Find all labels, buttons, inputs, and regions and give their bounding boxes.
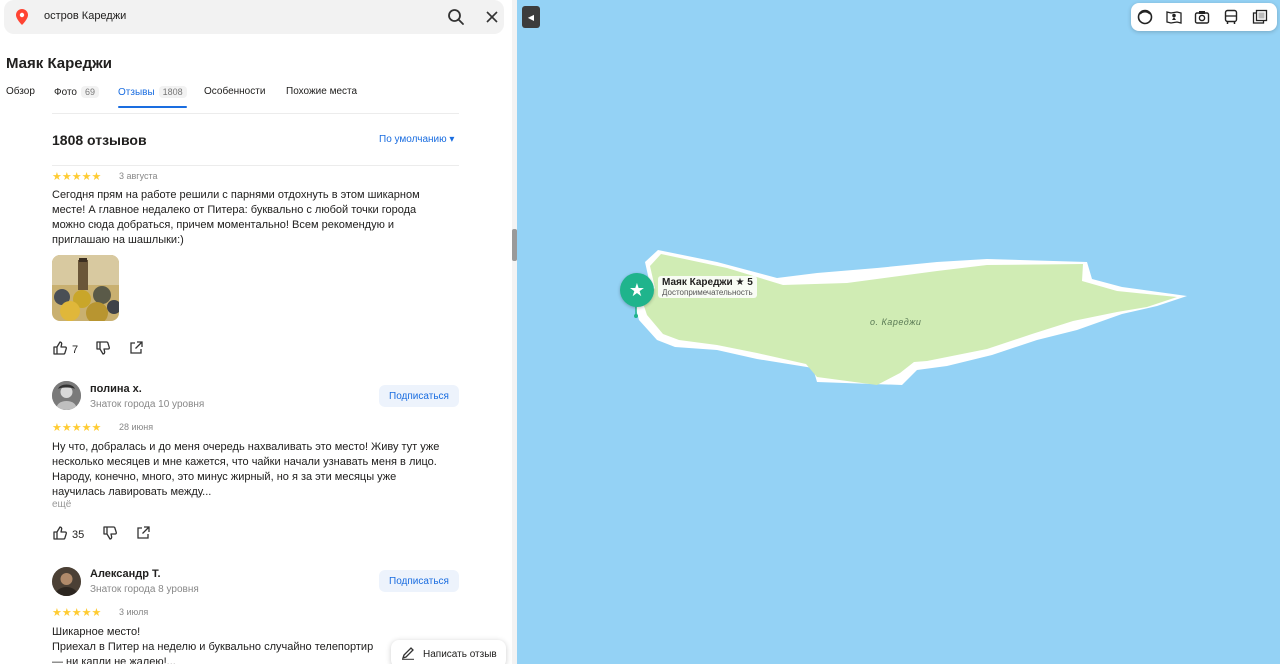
share-button[interactable] xyxy=(128,340,144,359)
tab-count: 69 xyxy=(80,86,99,98)
sort-dropdown[interactable]: По умолчанию ▾ xyxy=(379,134,454,145)
close-icon[interactable] xyxy=(482,7,502,27)
author-level: Знаток города 10 уровня xyxy=(90,399,205,410)
marker-title: Маяк Кареджи ★ 5 xyxy=(662,277,753,288)
marker-category: Достопримечательность xyxy=(662,288,753,297)
tab-count: 1808 xyxy=(158,86,187,98)
review-text-line: месте! А главное недалеко от Питера: бук… xyxy=(52,204,417,216)
transit-icon[interactable] xyxy=(1223,9,1239,25)
share-button[interactable] xyxy=(135,525,151,544)
divider xyxy=(52,165,459,166)
thumbs-down-icon xyxy=(95,340,111,359)
read-more-link[interactable]: ещё xyxy=(52,499,71,510)
review-author[interactable]: полина х. xyxy=(90,383,142,395)
review-text-line: Шикарное место! xyxy=(52,626,141,638)
tab-label: Похожие места xyxy=(286,86,358,97)
traffic-icon[interactable] xyxy=(1137,9,1153,25)
review-text-line: несколько месяцев и мне кажется, что чай… xyxy=(52,456,437,468)
avatar[interactable] xyxy=(52,567,81,596)
like-button[interactable]: 7 xyxy=(52,340,78,359)
pencil-icon xyxy=(401,646,415,663)
page-title: Маяк Кареджи xyxy=(6,55,113,72)
reviews-count-title: 1808 отзывов xyxy=(52,132,147,148)
like-button[interactable]: 35 xyxy=(52,525,84,544)
review-text-line: приглашаю на шашлыки:) xyxy=(52,234,184,246)
collapse-panel-button[interactable]: ◀ xyxy=(522,6,540,28)
review-date: 28 июня xyxy=(119,422,154,432)
thumbs-up-icon xyxy=(52,525,68,544)
star-icon: ★ xyxy=(628,280,646,300)
tab-photos[interactable]: Фото 69 xyxy=(54,86,99,98)
tab-reviews[interactable]: Отзывы 1808 xyxy=(118,86,187,108)
panorama-icon[interactable] xyxy=(1166,9,1182,25)
like-count: 7 xyxy=(72,343,79,356)
share-icon xyxy=(128,340,144,359)
dislike-button[interactable] xyxy=(102,525,118,544)
dislike-button[interactable] xyxy=(95,340,111,359)
author-level: Знаток города 8 уровня xyxy=(90,584,199,595)
review-text-line: Сегодня прям на работе решили с парнями … xyxy=(52,189,420,201)
review-photo[interactable] xyxy=(52,255,119,321)
subscribe-button[interactable]: Подписаться xyxy=(379,570,459,592)
tab-features[interactable]: Особенности xyxy=(204,86,265,97)
marker-label[interactable]: Маяк Кареджи ★ 5 Достопримечательность xyxy=(658,276,757,298)
write-review-label: Написать отзыв xyxy=(423,648,497,660)
review-text-line: научилась лавировать между... xyxy=(52,486,212,498)
rating-stars: ★★★★★ xyxy=(52,422,102,434)
landmark-marker[interactable]: ★ xyxy=(620,273,654,307)
chevron-left-icon: ◀ xyxy=(527,12,535,22)
thumbs-down-icon xyxy=(102,525,118,544)
search-icon[interactable] xyxy=(446,7,466,27)
marker-dot xyxy=(634,314,638,318)
review-text: Сегодня прям на работе решили с парнями … xyxy=(52,188,462,248)
map-canvas xyxy=(633,250,1187,385)
avatar[interactable] xyxy=(52,381,81,410)
tab-similar[interactable]: Похожие места xyxy=(286,86,357,97)
divider xyxy=(52,113,459,114)
review-text-line: можно сюда добраться, причем моментально… xyxy=(52,219,395,231)
review-author[interactable]: Александр Т. xyxy=(90,568,161,580)
map-view[interactable]: ★ Маяк Кареджи ★ 5 Достопримечательность… xyxy=(517,0,1280,664)
rating-stars: ★★★★★ xyxy=(52,607,102,619)
rating-stars: ★★★★★ xyxy=(52,171,102,183)
tab-label: Отзывы xyxy=(118,87,155,98)
island-label: о. Кареджи xyxy=(870,317,922,327)
map-controls xyxy=(1131,3,1277,31)
tab-label: Фото xyxy=(54,87,77,98)
review-text: Ну что, добралась и до меня очередь нахв… xyxy=(52,440,462,500)
search-bar[interactable]: остров Кареджи xyxy=(4,0,504,34)
review-text-line: Ну что, добралась и до меня очередь нахв… xyxy=(52,441,440,453)
tab-label: Обзор xyxy=(6,86,35,97)
review-text-line: Народу, конечно, много, это минус жирный… xyxy=(52,471,397,483)
review-date: 3 августа xyxy=(119,171,158,181)
place-panel: остров Кареджи Маяк Кареджи Обзор Фото 69… xyxy=(0,0,512,664)
subscribe-button[interactable]: Подписаться xyxy=(379,385,459,407)
thumbs-up-icon xyxy=(52,340,68,359)
tab-label: Особенности xyxy=(204,86,266,97)
write-review-button[interactable]: Написать отзыв xyxy=(391,640,506,664)
search-input[interactable]: остров Кареджи xyxy=(44,10,126,22)
tab-overview[interactable]: Обзор xyxy=(6,86,35,97)
location-pin-icon xyxy=(16,9,28,30)
share-icon xyxy=(135,525,151,544)
review-date: 3 июля xyxy=(119,607,149,617)
photo-icon[interactable] xyxy=(1194,9,1210,25)
layers-icon[interactable] xyxy=(1252,9,1268,25)
like-count: 35 xyxy=(72,528,85,541)
